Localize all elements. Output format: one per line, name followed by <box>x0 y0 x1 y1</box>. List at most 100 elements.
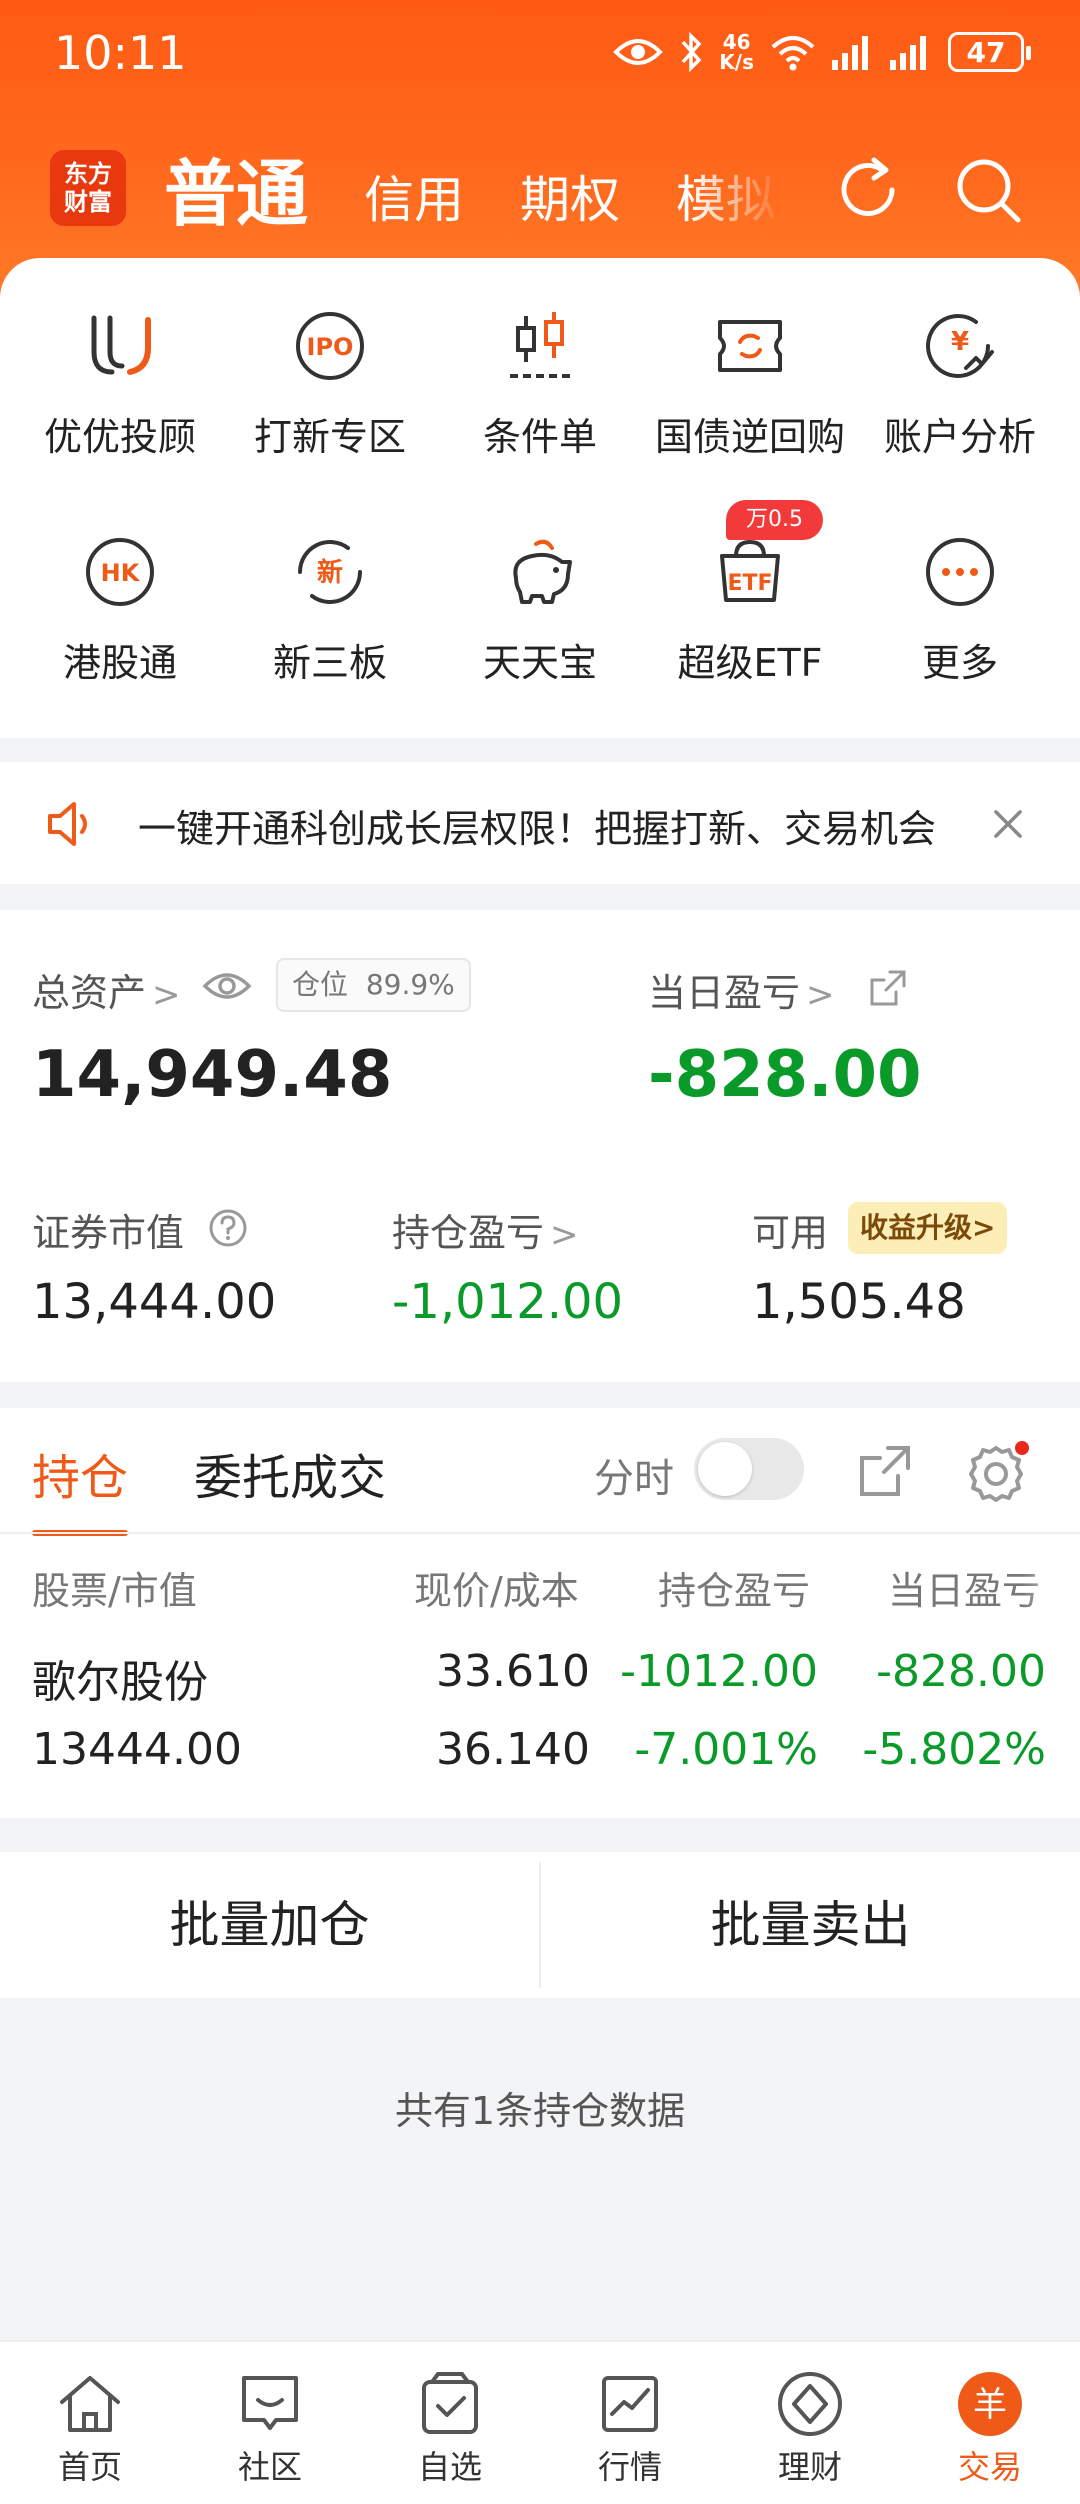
search-icon[interactable] <box>950 152 1026 228</box>
daily-pl-link[interactable]: 当日盈亏 > <box>648 962 835 1017</box>
holdings-panel: 持仓 委托成交 分时 股票/市值 现价/成本 持仓盈亏 当日盈亏 歌尔股份 13… <box>0 1408 1080 1818</box>
feature-grid: 优优投顾 IPO 打新专区 条件单 国债逆回购 ¥ 账户分析 HK 港股通 新 … <box>0 258 1080 738</box>
tab-positions[interactable]: 持仓 <box>32 1438 129 1536</box>
intraday-label: 分时 <box>594 1456 674 1502</box>
close-icon[interactable] <box>990 806 1026 842</box>
nav-market[interactable]: 行情 <box>540 2368 720 2488</box>
position-ratio-badge: 仓位 89.9% <box>276 958 471 1012</box>
batch-actions: 批量加仓 批量卖出 <box>0 1852 1080 1998</box>
more-icon <box>926 538 994 606</box>
ipo-icon: IPO <box>296 312 364 380</box>
account-tabs: 普通 信用 期权 模拟 <box>164 140 784 240</box>
col-holding-pl[interactable]: 持仓盈亏 <box>658 1560 810 1615</box>
net-speed: 46 K/s <box>719 30 754 74</box>
neeq-icon: 新 <box>298 540 362 604</box>
grid-item-ipo[interactable]: IPO 打新专区 <box>222 278 438 478</box>
nav-wealth[interactable]: 理财 <box>720 2368 900 2488</box>
header-bar: 10:11 46 K/s 47 东方 财富 普通 信用 期权 模拟 <box>0 0 1080 300</box>
signal-icon-2 <box>890 36 926 70</box>
grid-item-conditional-order[interactable]: 条件单 <box>432 278 648 478</box>
nav-community[interactable]: 社区 <box>180 2368 360 2488</box>
available-label: 可用 <box>752 1211 829 1255</box>
stock-cost: 36.140 <box>436 1724 590 1775</box>
status-icons: 46 K/s 47 <box>613 26 1031 78</box>
svg-text:¥: ¥ <box>951 327 969 357</box>
eye-icon <box>613 39 664 65</box>
yield-upgrade-badge[interactable]: 收益升级> <box>848 1202 1008 1254</box>
signal-icon-1 <box>832 36 868 70</box>
holding-pl-link[interactable]: 持仓盈亏 > <box>392 1202 579 1257</box>
stock-daily-pl: -828.00 <box>876 1646 1046 1697</box>
col-price-cost[interactable]: 现价/成本 <box>414 1560 579 1615</box>
grid-item-hk-connect[interactable]: HK 港股通 <box>12 504 228 704</box>
account-type-nav: 东方 财富 普通 信用 期权 模拟 <box>0 140 1080 240</box>
treasury-repo-icon <box>718 320 782 372</box>
settings-gear-icon[interactable] <box>964 1440 1030 1506</box>
tab-credit[interactable]: 信用 <box>364 160 464 240</box>
etf-promo-badge: 万0.5 <box>726 500 823 540</box>
help-icon[interactable] <box>208 1208 248 1248</box>
available-value: 1,505.48 <box>752 1274 966 1330</box>
tab-options[interactable]: 期权 <box>520 160 620 240</box>
col-stock[interactable]: 股票/市值 <box>32 1560 197 1615</box>
grid-item-neeq[interactable]: 新 新三板 <box>222 504 438 704</box>
piggy-bank-icon <box>513 539 572 604</box>
wifi-icon <box>771 36 815 71</box>
notice-banner[interactable]: 一键开通科创成长层权限！把握打新、交易机会 <box>0 762 1080 884</box>
market-value-label: 证券市值 <box>32 1211 185 1255</box>
total-assets-link[interactable]: 总资产 > <box>32 962 181 1017</box>
holdings-count-note: 共有1条持仓数据 <box>394 2089 686 2133</box>
eye-icon[interactable] <box>202 966 252 1006</box>
battery-indicator: 47 <box>948 32 1031 72</box>
notice-text: 一键开通科创成长层权限！把握打新、交易机会 <box>138 807 937 851</box>
tab-normal[interactable]: 普通 <box>164 140 308 240</box>
grid-item-treasury-repo[interactable]: 国债逆回购 <box>642 278 858 478</box>
status-bar: 10:11 46 K/s 47 <box>0 0 1080 110</box>
batch-sell-button[interactable]: 批量卖出 <box>541 1852 1080 1998</box>
wealth-icon <box>778 2372 842 2436</box>
home-icon <box>60 2376 120 2432</box>
bluetooth-icon <box>681 32 702 72</box>
market-value: 13,444.00 <box>32 1274 277 1330</box>
holding-pl-value: -1,012.00 <box>392 1274 624 1330</box>
market-chart-icon <box>602 2376 658 2432</box>
community-icon <box>242 2376 298 2430</box>
svg-text:HK: HK <box>101 559 141 587</box>
trade-icon: 羊 <box>958 2372 1022 2436</box>
export-icon[interactable] <box>858 1444 912 1498</box>
account-analysis-icon: ¥ <box>926 314 994 378</box>
brand-logo: 东方 财富 <box>50 150 126 226</box>
stock-name: 歌尔股份 <box>32 1657 208 1708</box>
refresh-icon[interactable] <box>830 152 906 228</box>
uu-advisor-icon <box>91 315 151 375</box>
total-assets-value: 14,949.48 <box>32 1038 393 1112</box>
share-icon[interactable] <box>868 968 908 1008</box>
daily-pl-value: -828.00 <box>648 1038 922 1112</box>
nav-watchlist[interactable]: 自选 <box>360 2368 540 2488</box>
grid-item-uu-advisor[interactable]: 优优投顾 <box>12 278 228 478</box>
nav-trade[interactable]: 羊 交易 <box>900 2368 1080 2488</box>
tab-simulation[interactable]: 模拟 <box>676 160 776 240</box>
stock-holding-pl: -1012.00 <box>620 1646 818 1697</box>
svg-text:羊: 羊 <box>973 2385 1007 2425</box>
stock-market-value: 13444.00 <box>32 1724 242 1775</box>
svg-text:ETF: ETF <box>727 571 772 596</box>
svg-text:新: 新 <box>317 557 343 588</box>
grid-item-account-analysis[interactable]: ¥ 账户分析 <box>852 278 1068 478</box>
etf-icon: ETF <box>720 539 780 602</box>
speaker-icon <box>48 802 87 846</box>
stock-daily-pl-pct: -5.802% <box>862 1724 1046 1775</box>
candlestick-icon <box>510 312 570 378</box>
watchlist-icon <box>422 2372 478 2434</box>
intraday-toggle[interactable] <box>694 1438 804 1500</box>
nav-home[interactable]: 首页 <box>0 2368 180 2488</box>
asset-summary: 总资产 > 仓位 89.9% 14,949.48 当日盈亏 > -828.00 证券… <box>0 910 1080 1382</box>
hk-icon: HK <box>86 538 154 606</box>
grid-item-more[interactable]: 更多 <box>852 504 1068 704</box>
grid-item-tiantianbao[interactable]: 天天宝 <box>432 504 648 704</box>
tab-orders[interactable]: 委托成交 <box>194 1438 386 1508</box>
stock-price: 33.610 <box>436 1646 590 1697</box>
bottom-nav: 首页 社区 自选 行情 理财 羊 交易 <box>0 2340 1080 2504</box>
batch-add-button[interactable]: 批量加仓 <box>0 1852 539 1998</box>
col-daily-pl[interactable]: 当日盈亏 <box>888 1560 1080 1615</box>
